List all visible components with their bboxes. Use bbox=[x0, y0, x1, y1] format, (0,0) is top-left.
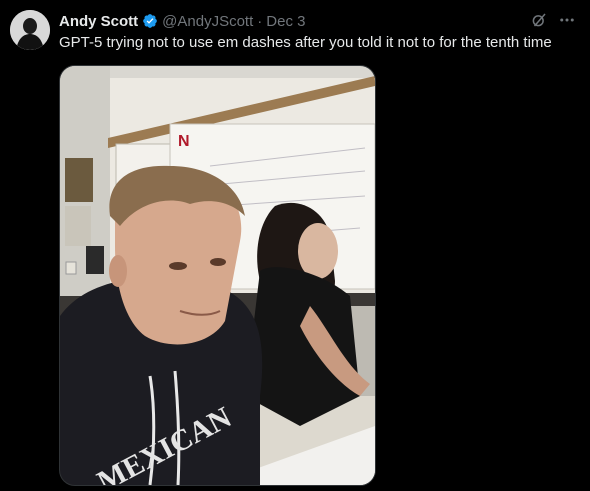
tweet-date[interactable]: Dec 3 bbox=[266, 13, 305, 30]
display-name[interactable]: Andy Scott bbox=[59, 13, 138, 30]
tweet-header: Andy Scott @AndyJScott · Dec 3 bbox=[59, 11, 305, 31]
profile-avatar[interactable] bbox=[10, 10, 50, 50]
meme-image: N MEXICAN bbox=[60, 66, 375, 485]
user-handle[interactable]: @AndyJScott bbox=[162, 13, 253, 30]
separator-dot: · bbox=[257, 12, 263, 30]
tweet[interactable]: Andy Scott @AndyJScott · Dec 3 GPT-5 try… bbox=[0, 0, 590, 491]
tweet-text: GPT-5 trying not to use em dashes after … bbox=[59, 34, 552, 51]
tweet-media-image[interactable]: N MEXICAN bbox=[59, 65, 376, 486]
verified-badge-icon[interactable] bbox=[142, 13, 158, 29]
svg-text:N: N bbox=[178, 133, 190, 150]
more-icon[interactable] bbox=[558, 11, 576, 29]
grok-icon[interactable] bbox=[530, 11, 548, 29]
avatar-image bbox=[10, 10, 50, 50]
